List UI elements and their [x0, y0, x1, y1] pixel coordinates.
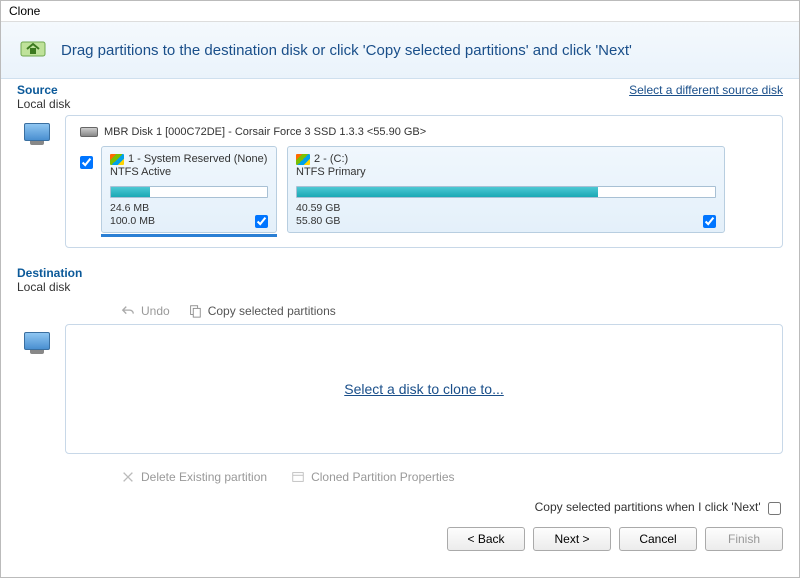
- instruction-text: Drag partitions to the destination disk …: [61, 42, 632, 59]
- undo-button[interactable]: Undo: [121, 304, 170, 318]
- usage-bar: [110, 186, 268, 198]
- properties-icon: [291, 470, 305, 484]
- partition-total: 55.80 GB: [296, 215, 716, 228]
- source-computer-icon: [17, 115, 57, 248]
- cancel-button[interactable]: Cancel: [619, 527, 697, 551]
- select-different-source-link[interactable]: Select a different source disk: [629, 83, 783, 97]
- partition-used: 24.6 MB: [110, 202, 268, 215]
- partition-total: 100.0 MB: [110, 215, 268, 228]
- window-title: Clone: [1, 1, 799, 22]
- destination-title: Destination: [17, 266, 82, 280]
- delete-existing-partition-button[interactable]: Delete Existing partition: [121, 470, 267, 484]
- back-button[interactable]: < Back: [447, 527, 525, 551]
- copy-icon: [188, 304, 202, 318]
- windows-flag-icon: [296, 154, 310, 165]
- destination-computer-icon: [17, 324, 57, 454]
- select-all-partitions-checkbox[interactable]: [80, 156, 93, 169]
- destination-disk-panel: Select a disk to clone to...: [65, 324, 783, 454]
- destination-subtitle: Local disk: [1, 280, 799, 298]
- partition-title: 2 - (C:): [314, 153, 348, 165]
- auto-copy-label[interactable]: Copy selected partitions when I click 'N…: [535, 500, 781, 514]
- next-button[interactable]: Next >: [533, 527, 611, 551]
- partition-2[interactable]: 2 - (C:)NTFS Primary 40.59 GB55.80 GB: [287, 146, 725, 233]
- usage-bar: [296, 186, 716, 198]
- select-destination-disk-link[interactable]: Select a disk to clone to...: [344, 381, 504, 397]
- cloned-partition-properties-button[interactable]: Cloned Partition Properties: [291, 470, 454, 484]
- partition-1[interactable]: 1 - System Reserved (None)NTFS Active 24.…: [101, 146, 277, 233]
- clone-wizard-icon: [17, 34, 49, 66]
- source-disk-panel: MBR Disk 1 [000C72DE] - Corsair Force 3 …: [65, 115, 783, 248]
- copy-selected-partitions-button[interactable]: Copy selected partitions: [188, 304, 336, 318]
- delete-icon: [121, 470, 135, 484]
- partition-title: 1 - System Reserved (None): [128, 153, 267, 165]
- partition-fs: NTFS Primary: [296, 166, 716, 178]
- source-title: Source: [17, 83, 58, 97]
- instruction-banner: Drag partitions to the destination disk …: [1, 22, 799, 79]
- partition-used: 40.59 GB: [296, 202, 716, 215]
- source-disk-label: MBR Disk 1 [000C72DE] - Corsair Force 3 …: [104, 126, 426, 138]
- partition-fs: NTFS Active: [110, 166, 268, 178]
- undo-icon: [121, 304, 135, 318]
- source-subtitle: Local disk: [1, 97, 799, 115]
- partition-checkbox[interactable]: [255, 215, 268, 228]
- finish-button[interactable]: Finish: [705, 527, 783, 551]
- windows-flag-icon: [110, 154, 124, 165]
- auto-copy-checkbox[interactable]: [768, 502, 781, 515]
- partition-checkbox[interactable]: [703, 215, 716, 228]
- hdd-icon: [80, 127, 98, 137]
- source-disk-header: MBR Disk 1 [000C72DE] - Corsair Force 3 …: [80, 126, 768, 138]
